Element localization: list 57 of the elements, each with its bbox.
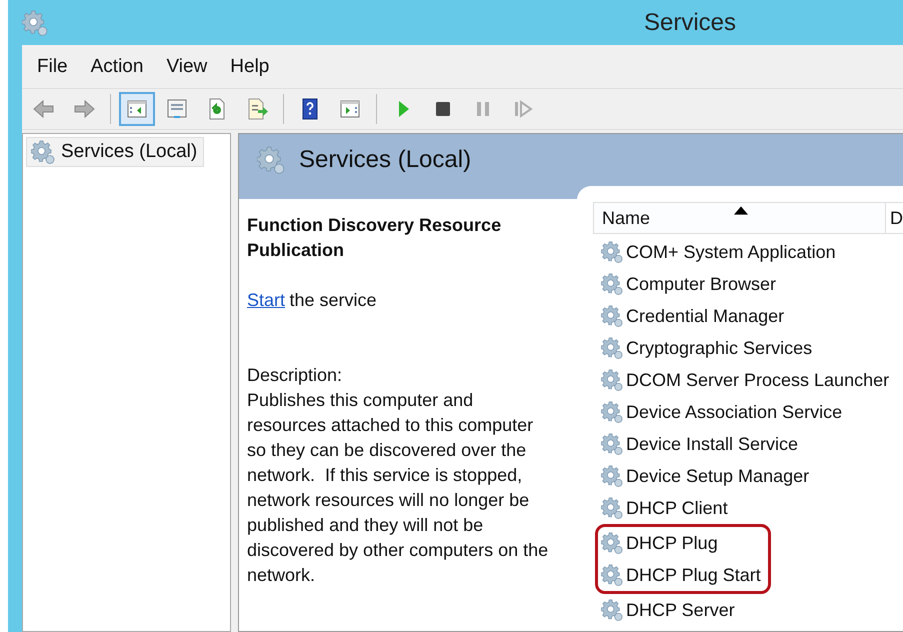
gear-icon [22,10,48,36]
service-name: DHCP Plug [626,532,718,554]
service-name: DHCP Server [626,600,735,620]
window-title: Services [644,8,736,36]
service-row[interactable]: DHCP Plug Start [601,559,768,591]
gear-icon [601,337,623,359]
service-name: DCOM Server Process Launcher [626,370,890,390]
service-row[interactable]: DHCP Client [601,492,903,524]
service-row[interactable]: Device Install Service [601,428,903,460]
back-arrow-icon [32,97,56,121]
service-row[interactable]: Cryptographic Services [601,332,903,364]
tree-item[interactable]: Services (Local) [26,137,204,167]
gear-icon [257,146,285,174]
service-title: Function Discovery Resource Publication [247,214,502,262]
menu-item[interactable]: Help [221,56,284,78]
gear-icon [601,241,623,263]
start-link[interactable]: Start [247,290,286,310]
service-row[interactable]: Computer Browser [601,268,903,300]
gear-icon [601,273,623,295]
service-name: Device Install Service [626,434,798,454]
gear-icon [601,532,623,554]
service-name: Credential Manager [626,306,784,326]
service-row[interactable]: Device Setup Manager [601,460,903,492]
window-icon [165,97,189,121]
gear-icon [601,465,623,487]
service-name: DHCP Plug Start [626,564,761,586]
gear-icon [601,401,623,423]
forward-arrow-icon [72,97,96,121]
service-name: Cryptographic Services [626,338,812,358]
service-row[interactable]: DHCP Server [601,594,903,626]
menu-item[interactable]: Action [82,56,158,78]
menu-item[interactable]: File [28,56,82,78]
service-row[interactable]: Device Association Service [601,396,903,428]
service-row[interactable]: DHCP Plug [601,527,768,559]
pane-heading: Services (Local) [299,146,472,174]
gear-icon [601,497,623,519]
service-row[interactable]: COM+ System Application [601,236,903,268]
sort-arrow-icon [734,206,748,215]
service-name: Device Setup Manager [626,466,810,486]
gear-icon [601,599,623,621]
service-name: DHCP Client [626,498,728,518]
service-name: Computer Browser [626,274,776,294]
gear-icon [31,140,55,164]
gear-icon [601,369,623,391]
gear-icon [601,433,623,455]
description-text: Publishes this computer and resources attached to this computer so they can be discovered over the network. If this service is stopped, network resources will no longer be published and they will not be discovered by other computers on the network. [247,389,550,587]
gear-icon [601,564,623,586]
service-name: COM+ System Application [626,242,836,262]
service-row[interactable]: Credential Manager [601,300,903,332]
description-label: Description: [247,364,344,387]
menu-item[interactable]: View [157,56,222,78]
service-name: Device Association Service [626,402,842,422]
action-sentence: Start the service [247,289,378,312]
tree-item-label: Services (Local) [61,141,198,163]
column-header[interactable]: D [886,203,903,233]
service-row[interactable]: DCOM Server Process Launcher [601,364,903,396]
gear-icon [601,305,623,327]
